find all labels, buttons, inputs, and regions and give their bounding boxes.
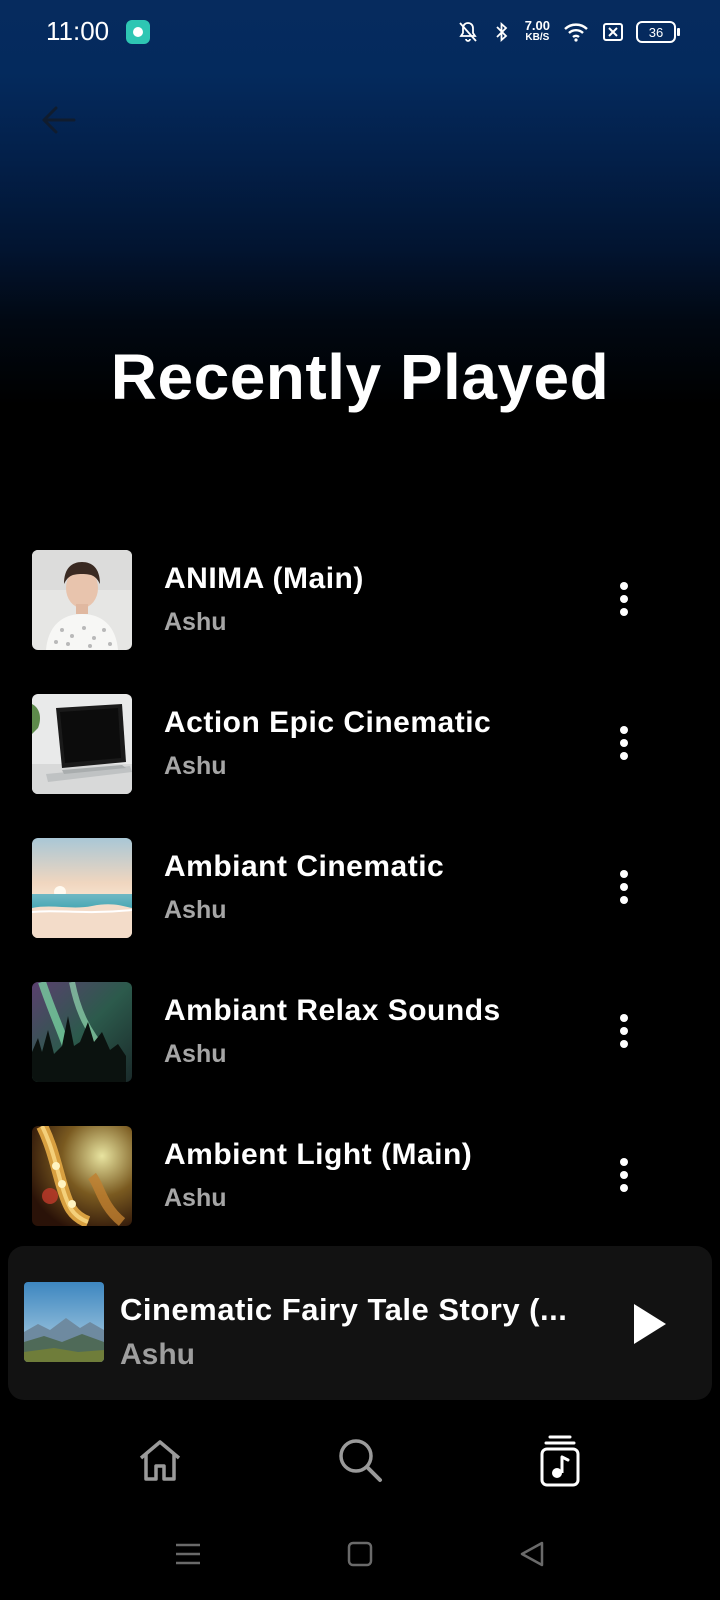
more-options-button[interactable] [604,574,644,624]
more-vertical-icon [620,726,628,760]
more-options-button[interactable] [604,1150,644,1200]
status-icons: 7.00 KB/S 36 [457,16,680,48]
triangle-back-icon [520,1541,544,1567]
track-artist: Ashu [164,752,227,780]
now-playing-artwork [24,1282,104,1362]
track-row[interactable]: ANIMA (Main) Ashu [0,548,720,650]
status-bar: 11:00 7.00 KB/S 36 [0,0,720,64]
library-icon [540,1435,580,1487]
network-speed: 7.00 KB/S [524,18,550,44]
track-row[interactable]: Ambiant Relax Sounds Ashu [0,980,720,1082]
arrow-left-icon [42,106,76,134]
app-notification-icon [126,20,150,44]
play-button[interactable] [622,1296,678,1352]
sim-none-icon [602,20,624,44]
page-title: Recently Played [110,341,610,413]
track-artwork-saxophone [32,1126,132,1226]
track-artwork-portrait [32,550,132,650]
network-speed-unit: KB/S [525,32,550,43]
track-row[interactable]: Ambient Light (Main) Ashu [0,1124,720,1226]
now-playing-artist: Ashu [120,1338,195,1371]
nav-search[interactable] [328,1428,392,1492]
battery-indicator: 36 [636,21,680,43]
track-artwork-aurora [32,982,132,1082]
play-icon [634,1304,666,1344]
search-icon [339,1439,382,1482]
nav-library[interactable] [528,1428,592,1492]
more-vertical-icon [620,1014,628,1048]
track-artist: Ashu [164,608,227,636]
track-row[interactable]: Action Epic Cinematic Ashu [0,692,720,794]
track-title: Ambient Light (Main) [164,1138,473,1171]
home-button[interactable] [338,1532,382,1576]
more-vertical-icon [620,582,628,616]
track-row[interactable]: Ambiant Cinematic Ashu [0,836,720,938]
more-options-button[interactable] [604,862,644,912]
bluetooth-icon [491,20,513,44]
track-artwork-beach [32,838,132,938]
more-options-button[interactable] [604,1006,644,1056]
menu-button[interactable] [166,1532,210,1576]
more-vertical-icon [620,1158,628,1192]
menu-lines-icon [176,1543,200,1565]
track-title: Ambiant Relax Sounds [164,994,501,1027]
nav-home[interactable] [128,1428,192,1492]
bottom-navigation [0,1410,720,1510]
track-artist: Ashu [164,1184,227,1212]
more-vertical-icon [620,870,628,904]
track-artist: Ashu [164,1040,227,1068]
mini-player[interactable]: Cinematic Fairy Tale Story (... Ashu [8,1246,712,1400]
track-artist: Ashu [164,896,227,924]
network-speed-value: 7.00 [524,18,550,33]
track-artwork-laptop [32,694,132,794]
now-playing-title: Cinematic Fairy Tale Story (... [120,1292,568,1327]
system-navigation-bar [0,1510,720,1600]
track-title: ANIMA (Main) [164,562,364,595]
wifi-icon [562,20,590,44]
home-icon [139,1440,181,1481]
header-gradient [0,0,720,520]
square-icon [347,1541,373,1567]
back-button[interactable] [36,98,80,142]
more-options-button[interactable] [604,718,644,768]
track-title: Action Epic Cinematic [164,706,492,739]
back-nav-button[interactable] [510,1532,554,1576]
mute-bell-icon [457,20,479,44]
status-time: 11:00 [46,16,110,46]
track-title: Ambiant Cinematic [164,850,445,883]
